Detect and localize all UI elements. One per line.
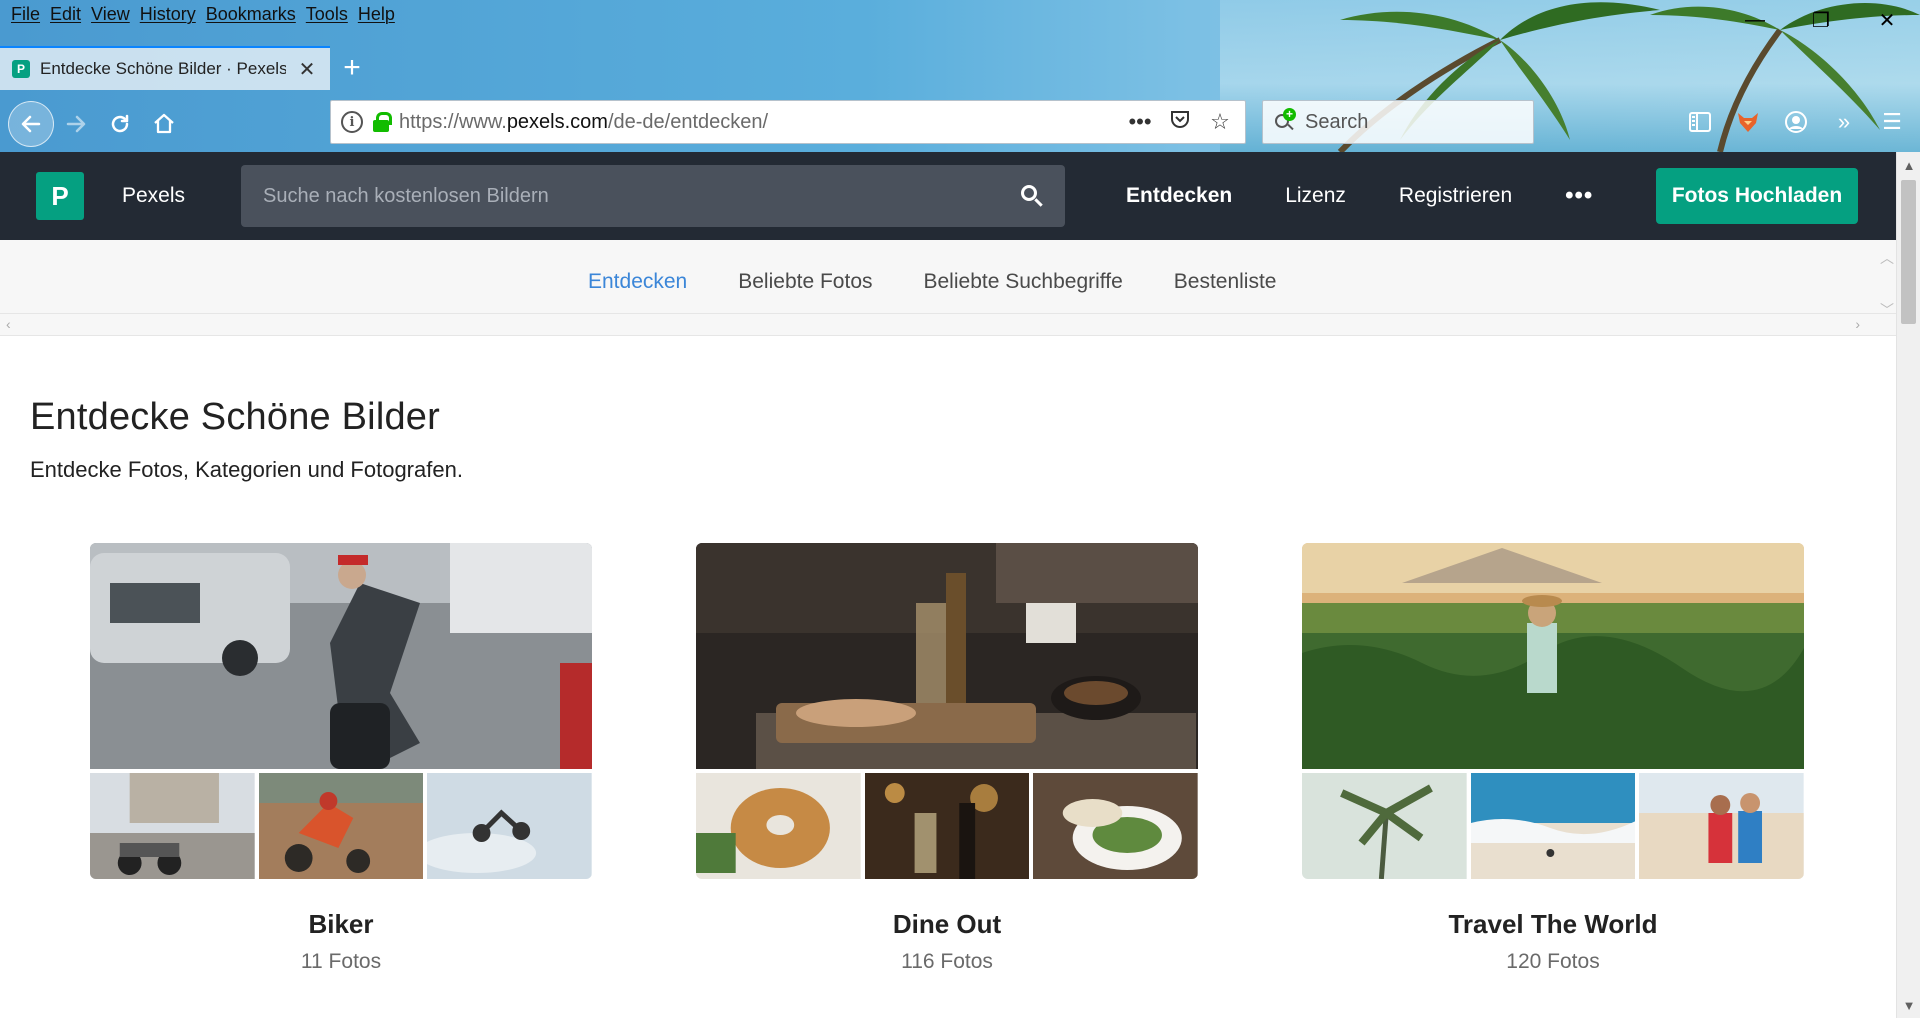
forward-arrow-icon[interactable] — [54, 102, 98, 146]
nav-entdecken[interactable]: Entdecken — [1126, 184, 1232, 208]
collection-card-biker[interactable]: Biker 11 Fotos — [90, 543, 593, 974]
collection-card-dine-out[interactable]: Dine Out 116 Fotos — [696, 543, 1199, 974]
scroll-up-icon[interactable]: ▲ — [1897, 154, 1920, 176]
thumbnail-image[interactable] — [1470, 773, 1636, 879]
thumbnail-image[interactable] — [427, 773, 593, 879]
site-header: P Pexels Entdecken Lizenz Registrieren •… — [0, 152, 1896, 240]
sidebar-icon[interactable] — [1680, 100, 1720, 144]
nav-lizenz[interactable]: Lizenz — [1285, 184, 1346, 208]
page-subtitle: Entdecke Fotos, Kategorien und Fotografe… — [30, 457, 463, 482]
url-text[interactable]: https://www.pexels.com/de-de/entdecken/ — [399, 111, 1115, 134]
more-menu-icon[interactable]: ••• — [1565, 182, 1593, 210]
close-window-icon[interactable]: ✕ — [1854, 0, 1920, 40]
collection-name[interactable]: Biker — [90, 909, 592, 940]
brand-name[interactable]: Pexels — [122, 184, 185, 208]
collection-thumbnails — [1302, 773, 1805, 879]
home-icon[interactable] — [142, 102, 186, 146]
browser-search-placeholder: Search — [1305, 110, 1369, 133]
page-title: Entdecke Schöne Bilder — [30, 396, 440, 438]
subnav-scroll-up-icon[interactable]: ︿ — [1880, 248, 1894, 268]
bookmark-star-icon[interactable]: ☆ — [1205, 109, 1235, 135]
site-search-box — [241, 165, 1065, 227]
collection-name[interactable]: Dine Out — [696, 909, 1198, 940]
tab-bestenliste[interactable]: Bestenliste — [1165, 240, 1286, 324]
pocket-icon[interactable] — [1165, 108, 1195, 136]
tab-entdecken[interactable]: Entdecken — [579, 240, 697, 324]
thumbnail-image[interactable] — [696, 773, 861, 879]
collections-grid: Biker 11 Fotos Dine Out 116 Fotos Travel… — [30, 543, 1866, 1018]
search-engine-icon[interactable]: + — [1273, 108, 1297, 134]
collection-count: 120 Fotos — [1506, 950, 1600, 973]
back-arrow-icon[interactable] — [8, 101, 54, 147]
nav-registrieren[interactable]: Registrieren — [1399, 184, 1512, 208]
restore-icon[interactable]: ❐ — [1788, 0, 1854, 40]
thumbnail-image[interactable] — [258, 773, 424, 879]
tab-title: Entdecke Schöne Bilder · Pexels — [40, 59, 286, 78]
subnav-tabs: Entdecken Beliebte Fotos Beliebte Suchbe… — [579, 240, 1319, 324]
browser-tab[interactable]: P Entdecke Schöne Bilder · Pexels ✕ — [0, 46, 330, 90]
thumbnail-image[interactable] — [1302, 773, 1467, 879]
scroll-down-icon[interactable]: ▼ — [1897, 994, 1920, 1016]
reload-icon[interactable] — [98, 102, 142, 146]
new-tab-icon[interactable]: + — [330, 46, 374, 90]
thumbnail-image[interactable] — [1033, 773, 1199, 879]
tab-beliebte-fotos[interactable]: Beliebte Fotos — [729, 240, 881, 324]
account-icon[interactable] — [1776, 100, 1816, 144]
horizontal-scrollbar[interactable]: ‹ › — [0, 313, 1896, 335]
main-content: Entdecke Schöne Bilder Entdecke Fotos, K… — [0, 336, 1896, 1018]
pexels-logo-icon[interactable]: P — [36, 172, 84, 220]
browser-chrome: File Edit View History Bookmarks Tools H… — [0, 0, 1920, 152]
collection-card-travel-the-world[interactable]: Travel The World 120 Fotos — [1302, 543, 1805, 974]
search-icon[interactable] — [1021, 185, 1043, 207]
collection-thumbnails — [696, 773, 1199, 879]
page-actions-icon[interactable]: ••• — [1125, 109, 1155, 135]
menu-help[interactable]: Help — [353, 4, 400, 26]
thumbnail-image[interactable] — [90, 773, 255, 879]
collection-cover-image[interactable] — [90, 543, 592, 769]
toolbar-right: » ☰ — [1680, 100, 1920, 144]
collection-cover-image[interactable] — [696, 543, 1198, 769]
collection-count: 11 Fotos — [300, 950, 382, 973]
menu-bar: File Edit View History Bookmarks Tools H… — [6, 4, 400, 26]
collection-thumbnails — [90, 773, 593, 879]
scroll-left-icon[interactable]: ‹ — [6, 316, 11, 332]
collection-name[interactable]: Travel The World — [1302, 909, 1804, 940]
scrollbar-thumb[interactable] — [1901, 180, 1916, 324]
menu-history[interactable]: History — [135, 4, 201, 26]
menu-bookmarks[interactable]: Bookmarks — [201, 4, 301, 26]
overflow-chevrons-icon[interactable]: » — [1824, 100, 1864, 144]
address-bar[interactable]: i https://www.pexels.com/de-de/entdecken… — [330, 100, 1246, 144]
header-nav: Entdecken Lizenz Registrieren ••• — [1126, 152, 1645, 240]
minimize-icon[interactable]: — — [1722, 0, 1788, 40]
sub-navigation: Entdecken Beliebte Fotos Beliebte Suchbe… — [0, 240, 1896, 336]
menu-tools[interactable]: Tools — [301, 4, 353, 26]
collection-cover-image[interactable] — [1302, 543, 1804, 769]
navigation-toolbar: i https://www.pexels.com/de-de/entdecken… — [0, 96, 1920, 152]
tab-beliebte-suchbegriffe[interactable]: Beliebte Suchbegriffe — [915, 240, 1132, 324]
secure-lock-icon[interactable] — [373, 112, 392, 132]
upload-photos-button[interactable]: Fotos Hochladen — [1656, 168, 1858, 224]
window-controls: — ❐ ✕ — [1722, 0, 1920, 40]
thumbnail-image[interactable] — [1639, 773, 1805, 879]
browser-search-bar[interactable]: + Search — [1262, 100, 1534, 144]
page-viewport: P Pexels Entdecken Lizenz Registrieren •… — [0, 152, 1896, 1018]
pexels-favicon-icon: P — [12, 60, 30, 78]
thumbnail-image[interactable] — [864, 773, 1030, 879]
hamburger-menu-icon[interactable]: ☰ — [1872, 100, 1912, 144]
tab-strip: P Entdecke Schöne Bilder · Pexels ✕ + — [0, 46, 374, 90]
site-info-icon[interactable]: i — [341, 111, 363, 133]
vertical-scrollbar[interactable]: ▲ ▼ — [1896, 152, 1920, 1018]
site-search-input[interactable] — [263, 184, 1021, 208]
scroll-right-icon[interactable]: › — [1855, 316, 1860, 332]
extension-fox-icon[interactable] — [1728, 100, 1768, 144]
menu-edit[interactable]: Edit — [45, 4, 86, 26]
tab-close-icon[interactable]: ✕ — [296, 57, 318, 82]
menu-file[interactable]: File — [6, 4, 45, 26]
collection-count: 116 Fotos — [901, 950, 993, 973]
menu-view[interactable]: View — [86, 4, 135, 26]
